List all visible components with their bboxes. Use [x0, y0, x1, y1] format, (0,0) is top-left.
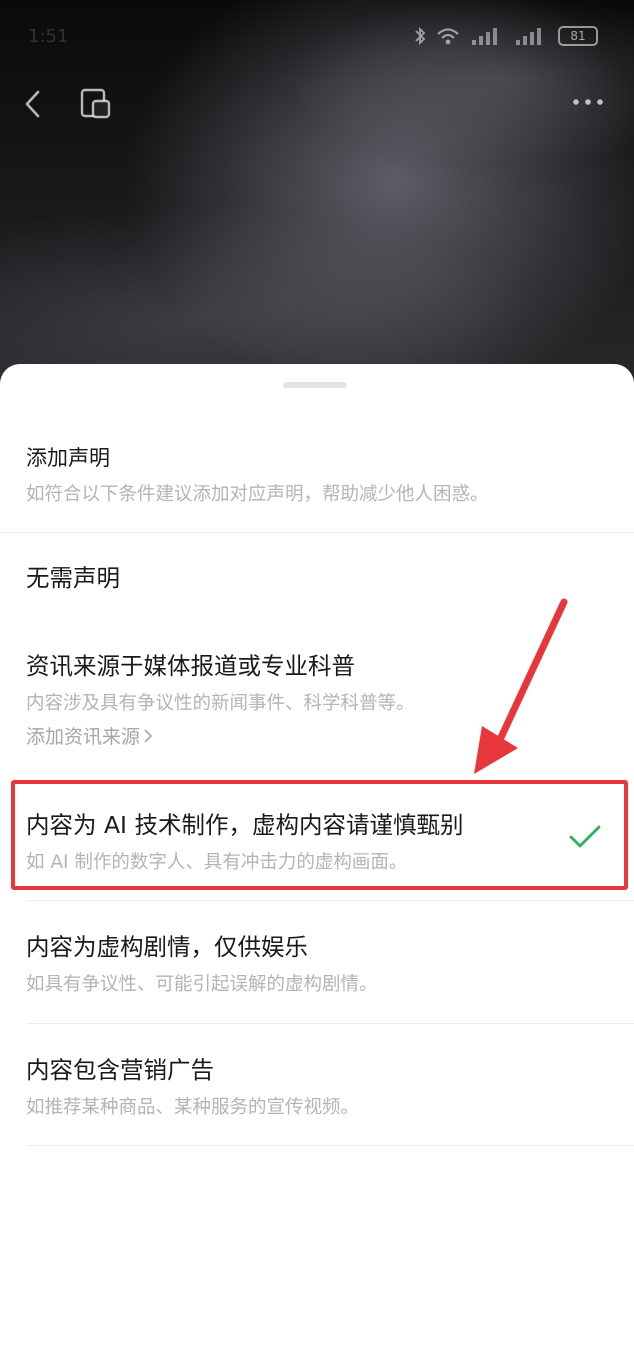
- bluetooth-icon: [415, 26, 426, 46]
- battery-icon: 81: [558, 26, 598, 46]
- status-time: 1:51: [28, 26, 69, 47]
- option-title: 内容包含营销广告: [26, 1056, 214, 1084]
- status-icons: 81: [414, 26, 598, 46]
- option-subtitle: 如推荐某种商品、某种服务的宣传视频。: [26, 1097, 360, 1118]
- back-arrow-icon[interactable]: [18, 84, 50, 124]
- sheet-grabber[interactable]: [283, 382, 347, 388]
- declaration-sheet: 添加声明 如符合以下条件建议添加对应声明，帮助减少他人困惑。 无需声明 资讯来源…: [0, 364, 634, 1360]
- more-icon[interactable]: [570, 90, 606, 114]
- option-title: 资讯来源于媒体报道或专业科普: [26, 652, 355, 680]
- divider: [26, 900, 634, 901]
- chevron-right-icon: [144, 729, 153, 743]
- annotation-arrow-icon: [474, 598, 568, 774]
- divider: [0, 532, 634, 533]
- option-subtitle: 如具有争议性、可能引起误解的虚构剧情。: [26, 974, 378, 995]
- add-source-link[interactable]: 添加资讯来源: [26, 722, 154, 749]
- option-title: 内容为虚构剧情，仅供娱乐: [26, 933, 308, 961]
- background-video-frame: [0, 0, 634, 400]
- status-bar: 1:51 81: [0, 18, 634, 54]
- sheet-subtitle: 如符合以下条件建议添加对应声明，帮助减少他人困惑。: [26, 484, 489, 505]
- option-title: 无需声明: [26, 564, 120, 592]
- signal-icon: [472, 28, 497, 45]
- top-nav: [0, 80, 634, 130]
- sheet-title: 添加声明: [26, 446, 110, 470]
- option-subtitle: 内容涉及具有争议性的新闻事件、科学科普等。: [26, 693, 415, 714]
- add-source-label: 添加资讯来源: [26, 726, 141, 748]
- divider: [26, 1145, 634, 1146]
- divider: [26, 1023, 634, 1024]
- floating-window-icon[interactable]: [78, 86, 114, 122]
- signal-icon-2: [516, 28, 541, 45]
- wifi-icon: [437, 28, 459, 45]
